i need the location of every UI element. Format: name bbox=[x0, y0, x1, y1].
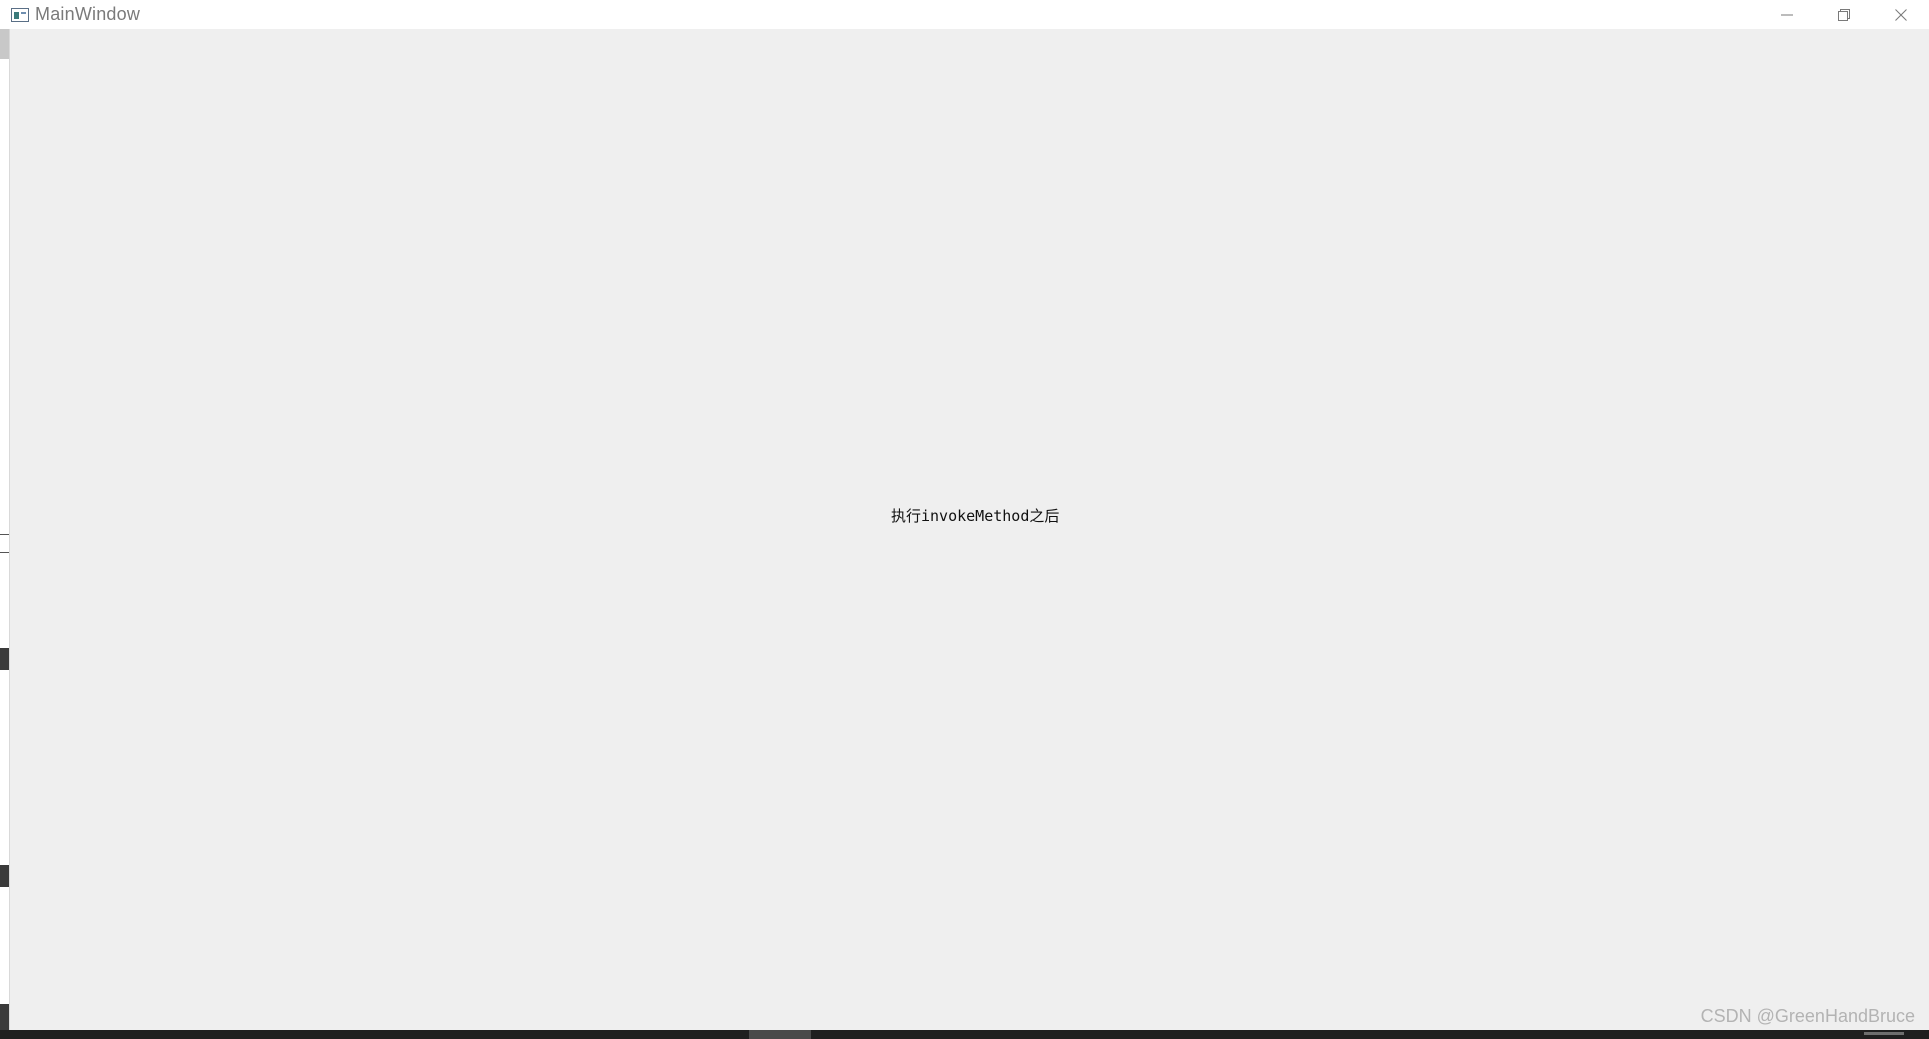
minimize-icon bbox=[1780, 9, 1793, 21]
window-controls bbox=[1758, 0, 1929, 29]
app-window-icon bbox=[11, 7, 29, 22]
edge-marker bbox=[0, 865, 9, 887]
taskbar-clock bbox=[1864, 1032, 1904, 1035]
watermark: CSDN @GreenHandBruce bbox=[1700, 1006, 1915, 1026]
status-label: 执行invokeMethod之后 bbox=[891, 507, 1060, 525]
taskbar bbox=[0, 1030, 1929, 1039]
edge-marker bbox=[0, 648, 9, 670]
window-title: MainWindow bbox=[35, 4, 141, 24]
title-bar[interactable]: MainWindow bbox=[0, 0, 1929, 29]
edge-marker bbox=[0, 29, 9, 59]
screen: MainWindow 执行invokeMethod之后 CSDN @GreenH… bbox=[0, 0, 1929, 1039]
edge-divider bbox=[0, 534, 9, 535]
minimize-button[interactable] bbox=[1758, 0, 1815, 29]
background-window-edge bbox=[0, 29, 10, 1030]
main-window-client-area: 执行invokeMethod之后 bbox=[10, 29, 1929, 1030]
taskbar-active-item[interactable] bbox=[749, 1030, 811, 1039]
edge-divider bbox=[0, 552, 9, 553]
close-button[interactable] bbox=[1872, 0, 1929, 29]
close-icon bbox=[1894, 8, 1907, 21]
edge-marker bbox=[0, 1004, 9, 1030]
restore-icon bbox=[1837, 8, 1850, 21]
restore-button[interactable] bbox=[1815, 0, 1872, 29]
